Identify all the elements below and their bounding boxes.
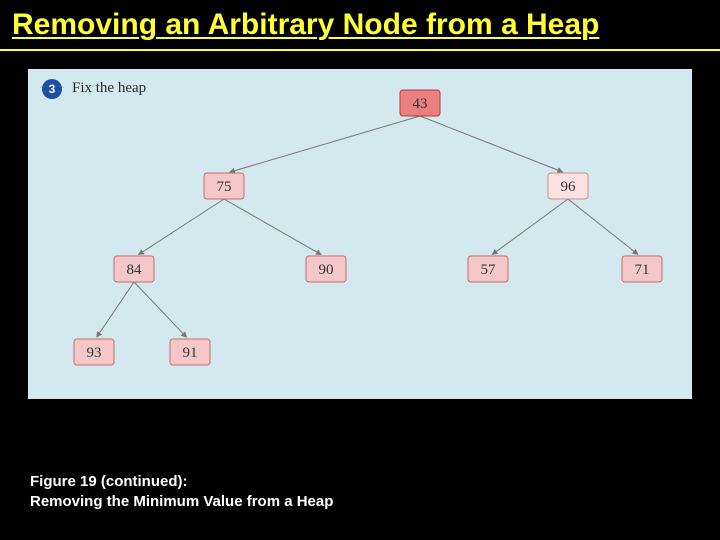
- tree-edge: [420, 116, 563, 172]
- tree-edge: [224, 199, 321, 255]
- slide-title: Removing an Arbitrary Node from a Heap: [0, 0, 720, 47]
- caption-line-2: Removing the Minimum Value from a Heap: [30, 492, 333, 512]
- tree-node: 43: [400, 90, 440, 116]
- tree-node-value: 96: [561, 179, 577, 195]
- tree-edge: [230, 116, 420, 172]
- tree-node-value: 91: [183, 345, 198, 361]
- tree-node: 75: [204, 173, 244, 199]
- tree-node-value: 90: [319, 262, 334, 278]
- tree-node: 91: [170, 339, 210, 365]
- tree-node-value: 84: [127, 262, 143, 278]
- tree-node: 93: [74, 339, 114, 365]
- tree-edge: [138, 199, 224, 255]
- tree-edge: [134, 282, 187, 337]
- slide: Removing an Arbitrary Node from a Heap 3…: [0, 0, 720, 540]
- tree-node: 96: [548, 173, 588, 199]
- tree-node-value: 57: [481, 262, 497, 278]
- tree-edge: [492, 199, 568, 255]
- tree-node: 57: [468, 256, 508, 282]
- tree-edge: [97, 282, 134, 337]
- heap-tree-diagram: 43 75 96 84 90 57 71 93 91: [28, 69, 692, 399]
- tree-node-value: 43: [413, 96, 428, 112]
- tree-node: 71: [622, 256, 662, 282]
- tree-node-value: 71: [635, 262, 650, 278]
- tree-node: 84: [114, 256, 154, 282]
- caption-line-1: Figure 19 (continued):: [30, 472, 333, 492]
- tree-node-value: 93: [87, 345, 102, 361]
- tree-node: 90: [306, 256, 346, 282]
- tree-node-value: 75: [217, 179, 232, 195]
- tree-edge: [568, 199, 638, 255]
- title-rule: [0, 49, 720, 51]
- figure-caption: Figure 19 (continued): Removing the Mini…: [30, 472, 333, 513]
- edges-group: [97, 116, 638, 337]
- figure-panel: 3 Fix the heap 437596849057719391: [28, 69, 692, 399]
